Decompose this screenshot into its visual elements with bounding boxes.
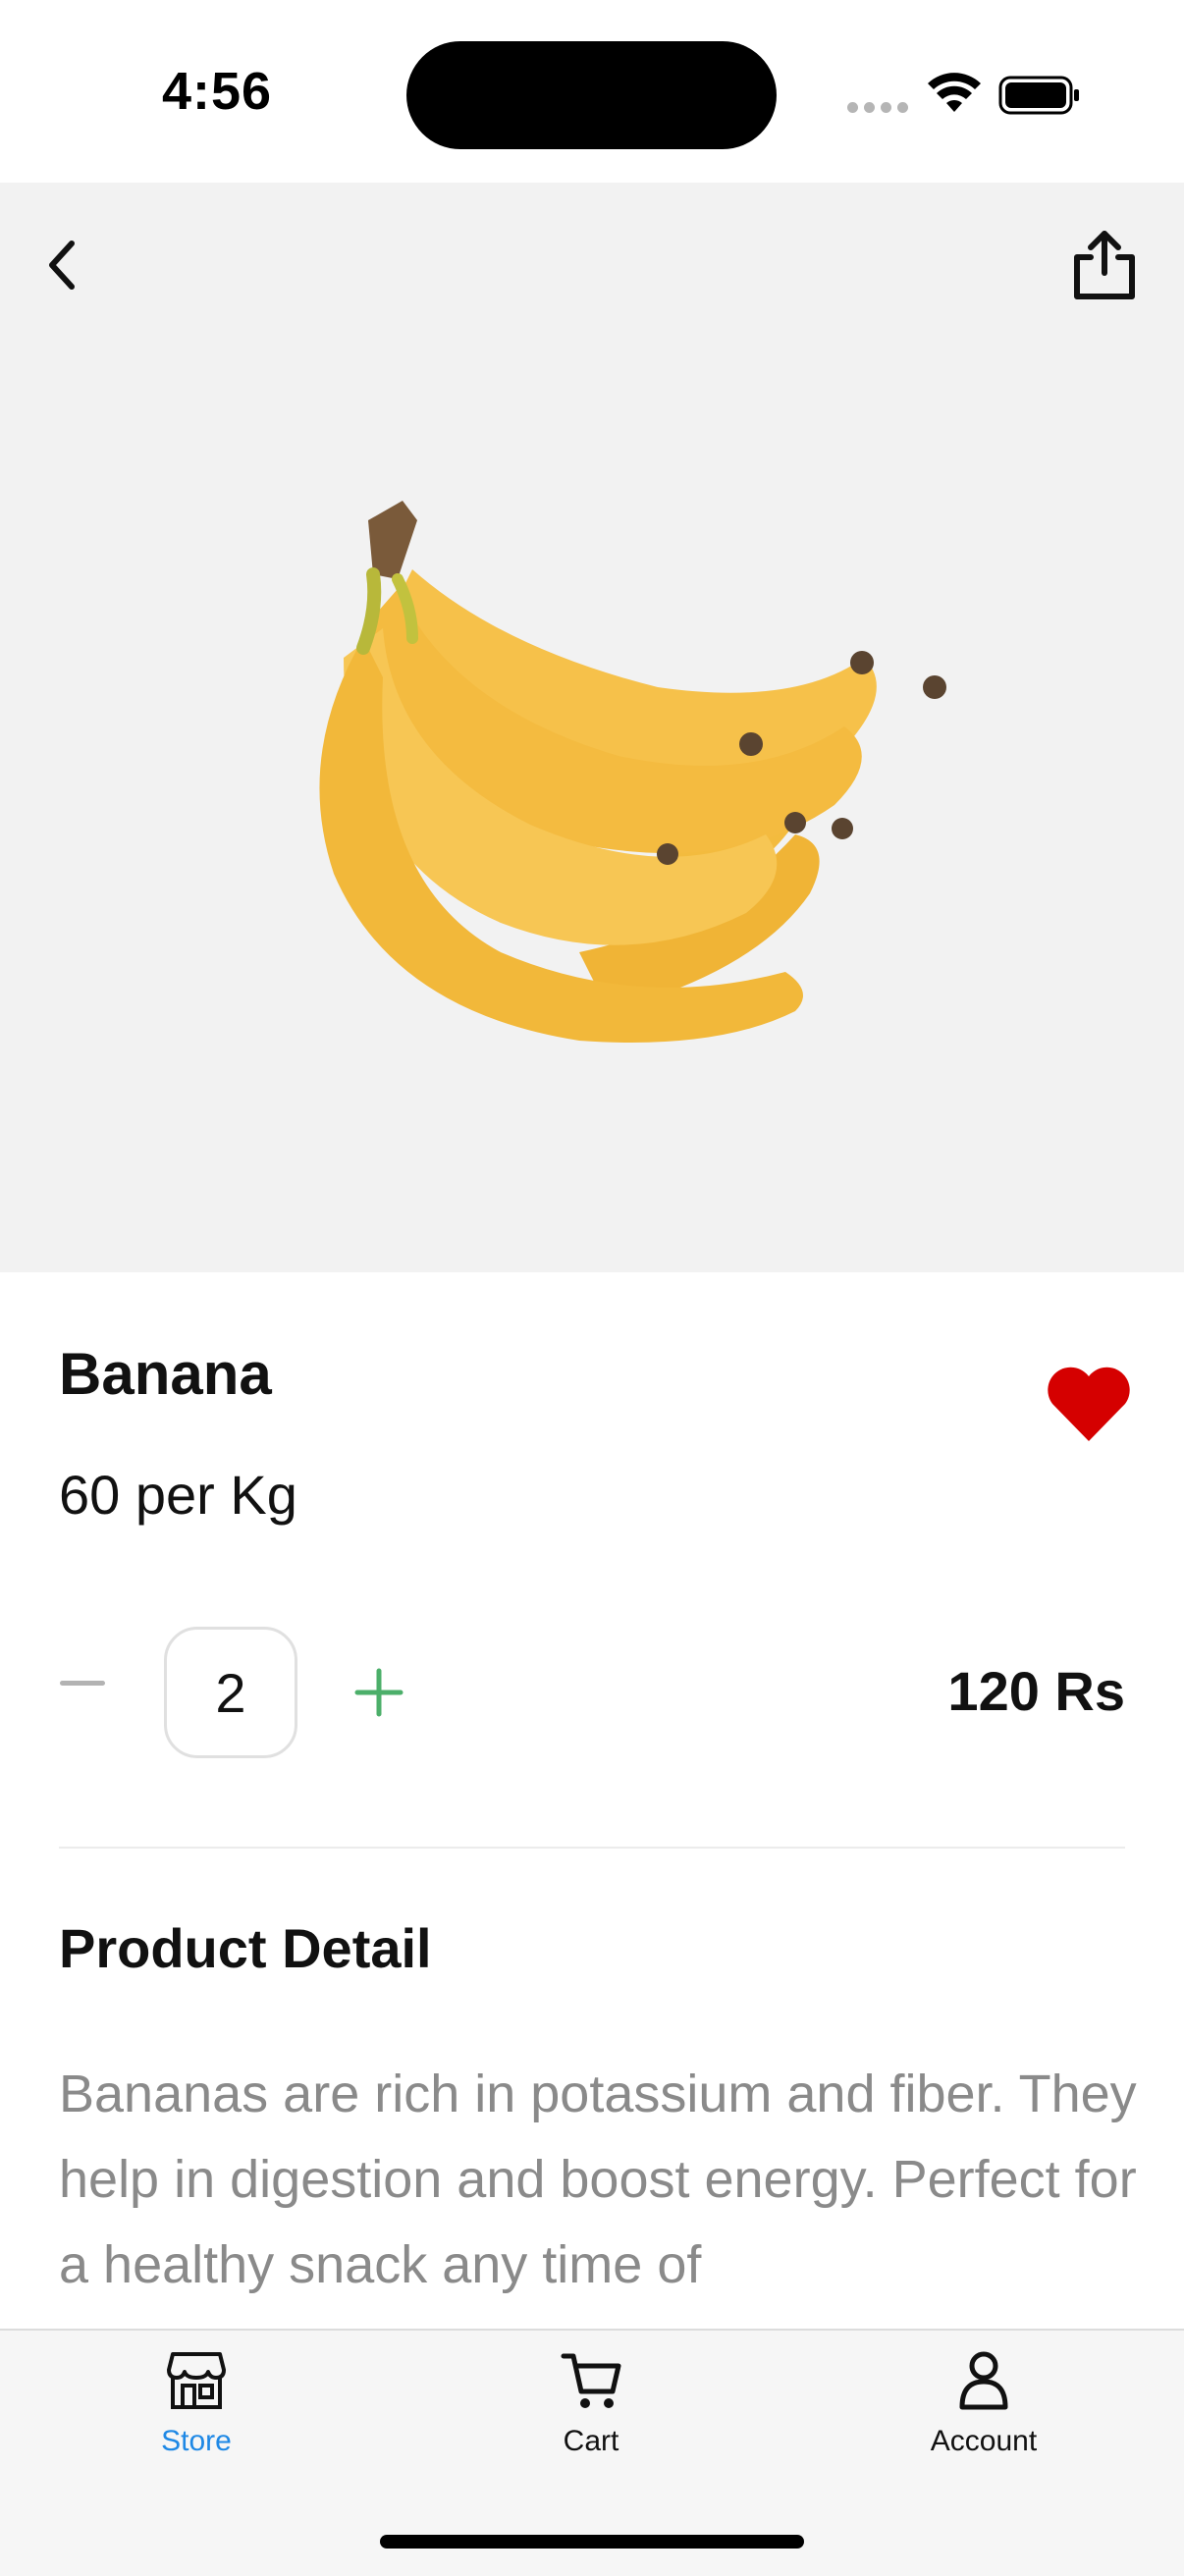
unit-price: 60 per Kg: [59, 1464, 297, 1526]
product-detail-text: Bananas are rich in potassium and fiber.…: [59, 2065, 1137, 2294]
status-bar: 4:56: [0, 0, 1184, 183]
share-button[interactable]: [1060, 224, 1149, 306]
share-icon: [1074, 231, 1135, 299]
back-button[interactable]: [35, 224, 88, 306]
total-price: 120 Rs: [947, 1660, 1125, 1722]
tab-cart[interactable]: Cart: [473, 2348, 709, 2476]
cellular-signal-icon: [847, 102, 908, 116]
store-icon: [167, 2352, 226, 2409]
cart-icon: [561, 2353, 621, 2408]
favorite-heart-icon[interactable]: [1045, 1365, 1133, 1445]
status-time: 4:56: [162, 62, 273, 121]
product-detail-title: Product Detail: [59, 1917, 432, 1979]
decrease-quantity-button[interactable]: [57, 1657, 108, 1708]
tab-account[interactable]: Account: [866, 2348, 1102, 2476]
tab-cart-label: Cart: [563, 2425, 619, 2457]
quantity-value: 2: [164, 1627, 297, 1758]
account-icon: [959, 2351, 1008, 2410]
minus-icon: [60, 1680, 105, 1686]
wifi-icon: [928, 73, 981, 112]
increase-quantity-button[interactable]: [353, 1667, 404, 1718]
dynamic-island: [406, 41, 777, 149]
home-indicator: [380, 2535, 804, 2549]
tab-store-label: Store: [161, 2425, 232, 2457]
banana-product-image: [319, 501, 946, 1043]
battery-icon: [998, 76, 1079, 115]
chevron-left-icon: [49, 241, 75, 290]
divider: [59, 1847, 1125, 1849]
product-name: Banana: [59, 1341, 272, 1407]
tab-account-label: Account: [930, 2425, 1038, 2457]
tab-store[interactable]: Store: [79, 2348, 314, 2476]
